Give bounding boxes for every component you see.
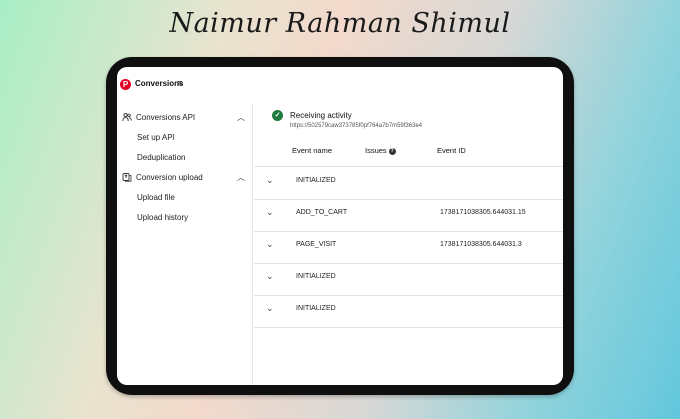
people-icon [122, 112, 132, 122]
hamburger-icon[interactable]: ≡ [177, 78, 182, 88]
status-title: Receiving activity [290, 111, 352, 120]
table-row[interactable]: ⌄ PAGE_VISIT 1738171038305.644031.3 [254, 232, 563, 264]
pinterest-logo-icon[interactable]: P [120, 79, 131, 90]
chevron-down-icon[interactable]: ⌄ [266, 175, 274, 186]
event-id-cell: 1738171038305.644031.15 [440, 209, 526, 216]
column-header-issues: Issues? [365, 146, 396, 155]
sidebar-item-deduplication[interactable]: Deduplication [137, 153, 185, 162]
event-name-cell: INITIALIZED [296, 305, 336, 312]
status-url: https://502579caw373785f0pf764a7b7m59f36… [290, 123, 423, 129]
check-circle-icon: ✓ [272, 110, 283, 121]
table-row[interactable]: ⌄ INITIALIZED [254, 264, 563, 296]
sidebar-section-conversion-upload[interactable]: Conversion upload ︿ [122, 171, 250, 185]
column-header-event-name: Event name [292, 146, 333, 155]
event-id-cell: 1738171038305.644031.3 [440, 241, 522, 248]
event-name-cell: PAGE_VISIT [296, 241, 337, 248]
chevron-up-icon[interactable]: ︿ [237, 172, 245, 183]
signature-title: Naimur Rahman Shimul [169, 8, 511, 39]
sidebar-section-label: Conversion upload [136, 173, 203, 182]
top-bar: P Conversions ≡ [117, 77, 563, 95]
table-row[interactable]: ⌄ INITIALIZED [254, 168, 563, 200]
table-row[interactable]: ⌄ INITIALIZED [254, 296, 563, 328]
table-header: Event name Issues? Event ID [254, 139, 563, 167]
chevron-down-icon[interactable]: ⌄ [266, 303, 274, 314]
event-name-cell: INITIALIZED [296, 177, 336, 184]
sidebar-item-upload-file[interactable]: Upload file [137, 193, 175, 202]
chevron-down-icon[interactable]: ⌄ [266, 239, 274, 250]
column-header-issues-label: Issues [365, 146, 387, 155]
sidebar-section-conversions-api[interactable]: Conversions API ︿ [122, 111, 250, 125]
chevron-down-icon[interactable]: ⌄ [266, 207, 274, 218]
event-name-cell: ADD_TO_CART [296, 209, 348, 216]
sidebar: Conversions API ︿ Set up API Deduplicati… [117, 103, 253, 385]
info-icon[interactable]: ? [388, 148, 396, 155]
event-name-cell: INITIALIZED [296, 273, 336, 280]
app-screen: P Conversions ≡ Conversions API ︿ Set up… [117, 67, 563, 385]
main-content: ✓ Receiving activity https://502579caw37… [254, 103, 563, 385]
chevron-down-icon[interactable]: ⌄ [266, 271, 274, 282]
sidebar-section-label: Conversions API [136, 113, 196, 122]
upload-icon [122, 173, 132, 182]
table-row[interactable]: ⌄ ADD_TO_CART 1738171038305.644031.15 [254, 200, 563, 232]
chevron-up-icon[interactable]: ︿ [237, 112, 245, 123]
sidebar-item-set-up-api[interactable]: Set up API [137, 133, 175, 142]
column-header-event-id: Event ID [437, 146, 466, 155]
sidebar-item-upload-history[interactable]: Upload history [137, 213, 188, 222]
